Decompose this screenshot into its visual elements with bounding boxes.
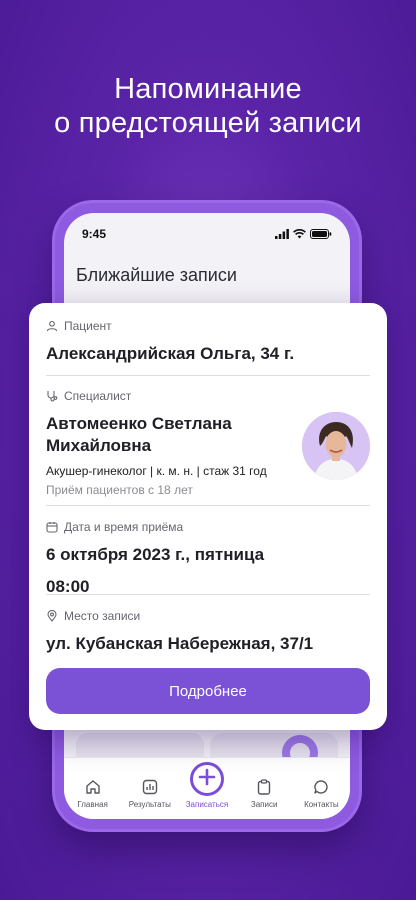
tab-home[interactable]: Главная (65, 779, 121, 809)
place-label: Место записи (64, 609, 141, 623)
specialist-age-note: Приём пациентов с 18 лет (46, 483, 193, 497)
headline: Напоминание о предстоящей записи (0, 72, 416, 140)
calendar-icon (46, 522, 58, 533)
location-pin-icon (47, 610, 57, 622)
book-button[interactable] (189, 762, 224, 796)
headline-line1: Напоминание (114, 73, 302, 105)
clipboard-icon (257, 779, 271, 795)
chat-icon (314, 780, 329, 794)
place-value: ул. Кубанская Набережная, 37/1 (46, 634, 314, 653)
patient-value: Александрийская Ольга, 34 г. (46, 344, 295, 363)
plus-icon (198, 768, 216, 785)
tab-results[interactable]: Результаты (122, 779, 178, 809)
tab-results-label: Результаты (128, 800, 171, 809)
battery-icon (310, 229, 332, 239)
wifi-icon (293, 229, 306, 239)
tab-contacts-label: Контакты (304, 800, 339, 809)
tab-book-label: Записаться (185, 800, 229, 809)
bottom-tab-bar: Главная Результаты Записаться Записи Кон… (64, 757, 350, 819)
status-time: 9:45 (82, 227, 107, 241)
patient-label-row: Пациент (46, 319, 370, 333)
doctor-portrait-icon (302, 412, 370, 480)
date-section: Дата и время приёма 6 октября 2023 г., п… (46, 506, 370, 596)
specialist-label-row: Специалист (46, 389, 370, 403)
tab-contacts[interactable]: Контакты (293, 779, 349, 809)
tab-book[interactable]: Записаться (179, 762, 235, 809)
results-icon (142, 779, 157, 795)
headline-line2: о предстоящей записи (54, 107, 362, 139)
stethoscope-icon (47, 391, 58, 402)
signal-icon (275, 229, 289, 239)
home-icon (85, 780, 100, 794)
date-value: 6 октября 2023 г., пятница (46, 545, 265, 564)
specialist-section: Специалист Автомеенко Светлана Михайловн… (46, 376, 370, 506)
screen-title: Ближайшие записи (76, 265, 237, 285)
patient-label: Пациент (64, 319, 112, 333)
person-icon (46, 320, 58, 332)
place-section: Место записи ул. Кубанская Набережная, 3… (46, 595, 370, 667)
patient-section: Пациент Александрийская Ольга, 34 г. (46, 303, 370, 376)
details-button[interactable]: Подробнее (46, 668, 370, 714)
tab-home-label: Главная (77, 800, 108, 809)
specialist-label: Специалист (64, 389, 132, 403)
place-label-row: Место записи (46, 609, 370, 623)
date-label-row: Дата и время приёма (46, 520, 370, 534)
status-bar: 9:45 (82, 226, 332, 242)
status-icons (275, 229, 332, 239)
date-label: Дата и время приёма (64, 520, 184, 534)
appointment-card: Пациент Александрийская Ольга, 34 г. Спе… (29, 303, 387, 730)
tab-appointments[interactable]: Записи (236, 779, 292, 809)
tab-appointments-label: Записи (250, 800, 278, 809)
specialist-name: Автомеенко Светлана Михайловна (46, 414, 232, 455)
specialist-avatar[interactable] (302, 412, 370, 480)
